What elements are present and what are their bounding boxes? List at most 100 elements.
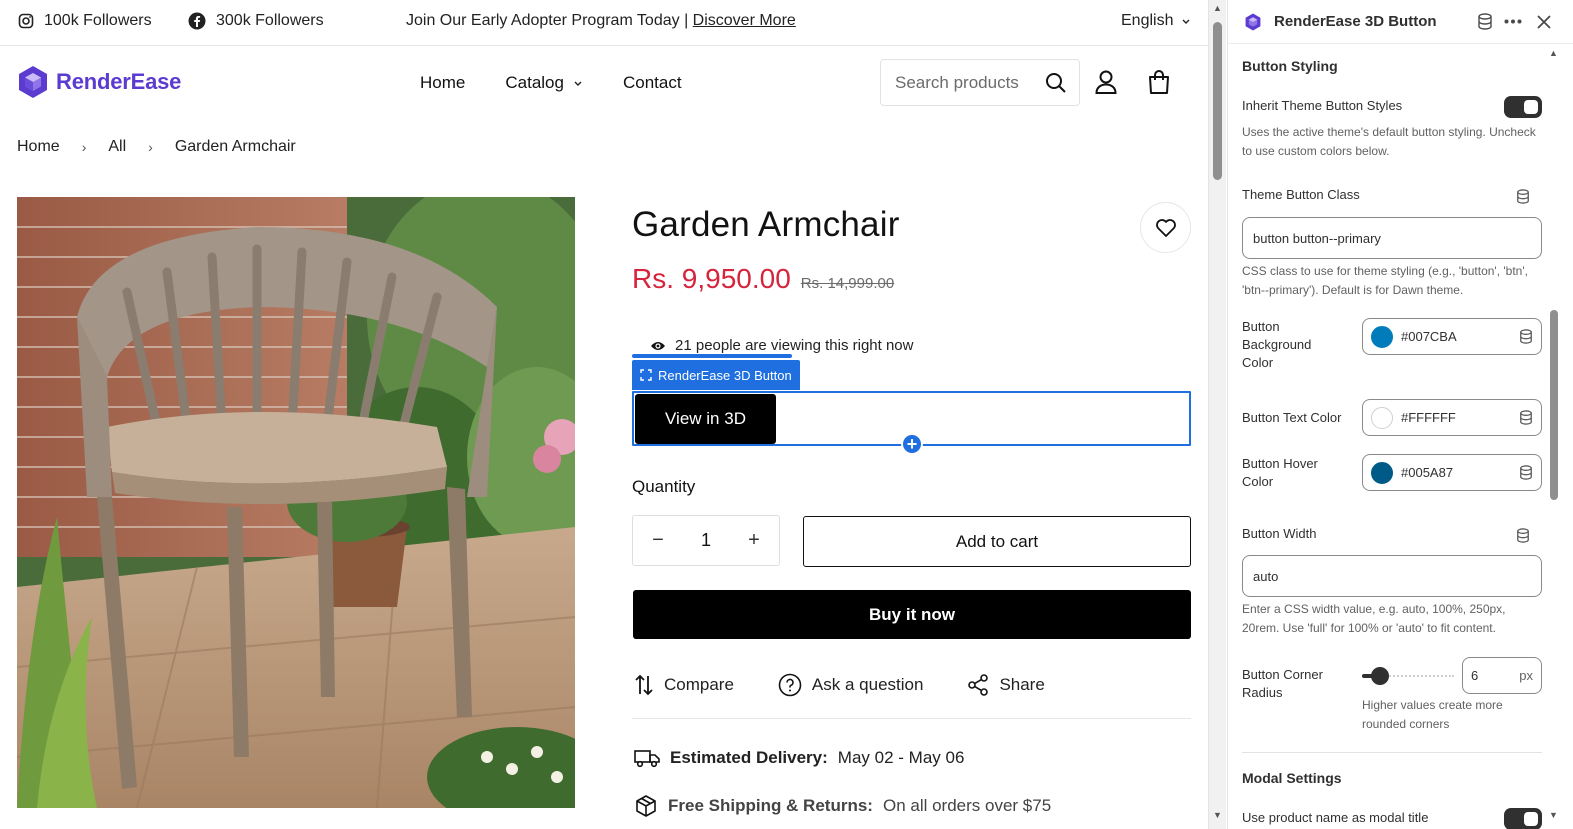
app-block-3d-button[interactable]: View in 3D + [632,391,1191,455]
scroll-up-icon[interactable]: ▲ [1213,3,1222,13]
nav-contact[interactable]: Contact [623,73,682,93]
scroll-down-icon[interactable]: ▼ [1213,810,1222,820]
dynamic-source-icon[interactable] [1519,329,1533,344]
product-title: Garden Armchair [632,205,900,244]
slider-handle[interactable] [1371,667,1389,685]
hover-color-picker[interactable]: #005A87 [1362,454,1542,491]
bg-color-picker[interactable]: #007CBA [1362,318,1542,355]
sale-price: Rs. 9,950.00 [632,263,791,294]
dynamic-source-icon[interactable] [1519,410,1533,425]
announcement-message: Join Our Early Adopter Program Today | D… [406,12,796,30]
width-input[interactable] [1242,555,1542,597]
radius-slider[interactable] [1362,667,1454,685]
logo[interactable]: RenderEase [17,65,181,99]
question-icon [778,673,802,697]
dynamic-source-icon[interactable] [1516,189,1530,204]
width-label: Button Width [1242,526,1317,541]
section-modal-settings: Modal Settings [1242,770,1342,786]
quantity-value[interactable]: 1 [701,530,711,551]
scrollbar-thumb[interactable] [1213,22,1222,180]
heart-icon [1155,218,1176,237]
language-label: English [1121,12,1174,29]
view-in-3d-button[interactable]: View in 3D [635,394,776,444]
bg-color-label: Button Background Color [1242,319,1312,370]
breadcrumb-home[interactable]: Home [17,138,60,156]
share-label: Share [999,675,1045,694]
share-button[interactable]: Share [967,674,1045,696]
share-icon [968,674,989,696]
ask-question-button[interactable]: Ask a question [778,673,923,697]
product-actions: Compare Ask a question Share [634,673,1089,697]
panel-scrollbar[interactable]: ▲ ▼ [1548,44,1562,829]
delivery-label: Estimated Delivery: [670,748,828,767]
inherit-theme-help: Uses the active theme's default button s… [1242,125,1536,158]
hover-color-label: Button Hover Color [1242,456,1318,489]
wishlist-button[interactable] [1140,202,1191,253]
panel-title: RenderEase 3D Button [1274,13,1437,30]
facebook-link[interactable]: 300k Followers [188,12,324,30]
nav-catalog-label: Catalog [505,73,564,92]
block-settings-panel: RenderEase 3D Button Button Styling Inhe… [1227,0,1573,829]
close-icon[interactable] [1537,15,1551,29]
instagram-link[interactable]: 100k Followers [18,12,152,30]
dynamic-source-icon[interactable] [1516,528,1530,543]
search-input[interactable] [895,72,1045,93]
decrease-quantity-button[interactable]: − [647,529,669,552]
account-icon[interactable] [1094,69,1118,95]
product-image[interactable] [17,197,575,808]
text-color-picker[interactable]: #FFFFFF [1362,399,1542,436]
chevron-right-icon: › [81,139,87,155]
radius-number-input[interactable]: 6 px [1462,657,1542,694]
add-block-icon[interactable]: + [901,433,923,455]
text-color-swatch[interactable] [1371,406,1393,429]
cart-icon[interactable] [1147,69,1171,95]
storefront-preview: 100k Followers 300k Followers Join Our E… [0,0,1208,829]
nav-contact-label: Contact [622,73,682,92]
language-selector[interactable]: English [1121,12,1191,30]
chevron-down-icon [1182,19,1190,24]
radius-value: 6 [1471,668,1479,683]
quantity-stepper: − 1 + [632,515,780,566]
breadcrumb-all[interactable]: All [108,138,126,156]
increase-quantity-button[interactable]: + [743,529,765,552]
scroll-up-icon[interactable]: ▲ [1549,48,1558,58]
search-icon[interactable] [1045,72,1067,94]
scroll-down-icon[interactable]: ▼ [1549,810,1558,820]
dynamic-source-icon[interactable] [1519,465,1533,480]
section-divider [1242,752,1542,753]
compare-at-price: Rs. 14,999.00 [800,275,895,292]
nav-home[interactable]: Home [420,73,465,93]
text-color-value: #FFFFFF [1401,410,1456,425]
compare-button[interactable]: Compare [634,674,734,696]
block-select-icon [640,369,652,381]
facebook-icon [188,12,206,30]
add-to-cart-button[interactable]: Add to cart [803,516,1191,567]
text-color-label: Button Text Color [1242,410,1342,425]
bg-color-swatch[interactable] [1371,325,1393,348]
database-icon[interactable] [1477,13,1493,30]
announcement-text: Join Our Early Adopter Program Today | [406,12,689,29]
facebook-followers: 300k Followers [216,12,324,29]
breadcrumb: Home › All › Garden Armchair [17,138,296,156]
nav-catalog[interactable]: Catalog [505,73,583,93]
scrollbar-thumb[interactable] [1550,310,1558,500]
theme-class-input[interactable] [1242,217,1542,259]
app-block-tag-label: RenderEase 3D Button [658,367,792,383]
announcement-bar: 100k Followers 300k Followers Join Our E… [0,0,1208,46]
modal-title-toggle[interactable] [1504,808,1542,829]
hover-color-swatch[interactable] [1371,461,1393,484]
delivery-dates: May 02 - May 06 [837,748,965,767]
buy-now-button[interactable]: Buy it now [633,590,1191,639]
app-block-tag[interactable]: RenderEase 3D Button [632,360,800,390]
discover-more-link[interactable]: Discover More [693,12,796,29]
eye-icon [651,341,665,350]
hover-color-value: #005A87 [1401,465,1454,480]
more-options-icon[interactable] [1504,19,1522,24]
preview-scrollbar[interactable]: ▲ ▼ [1208,0,1226,829]
main-nav: Home Catalog Contact [420,73,682,93]
radius-label: Button Corner Radius [1242,667,1323,700]
logo-text: RenderEase [56,69,182,94]
inherit-theme-toggle[interactable] [1504,96,1542,118]
breadcrumb-current: Garden Armchair [174,138,296,155]
compare-arrows-icon [635,674,653,696]
